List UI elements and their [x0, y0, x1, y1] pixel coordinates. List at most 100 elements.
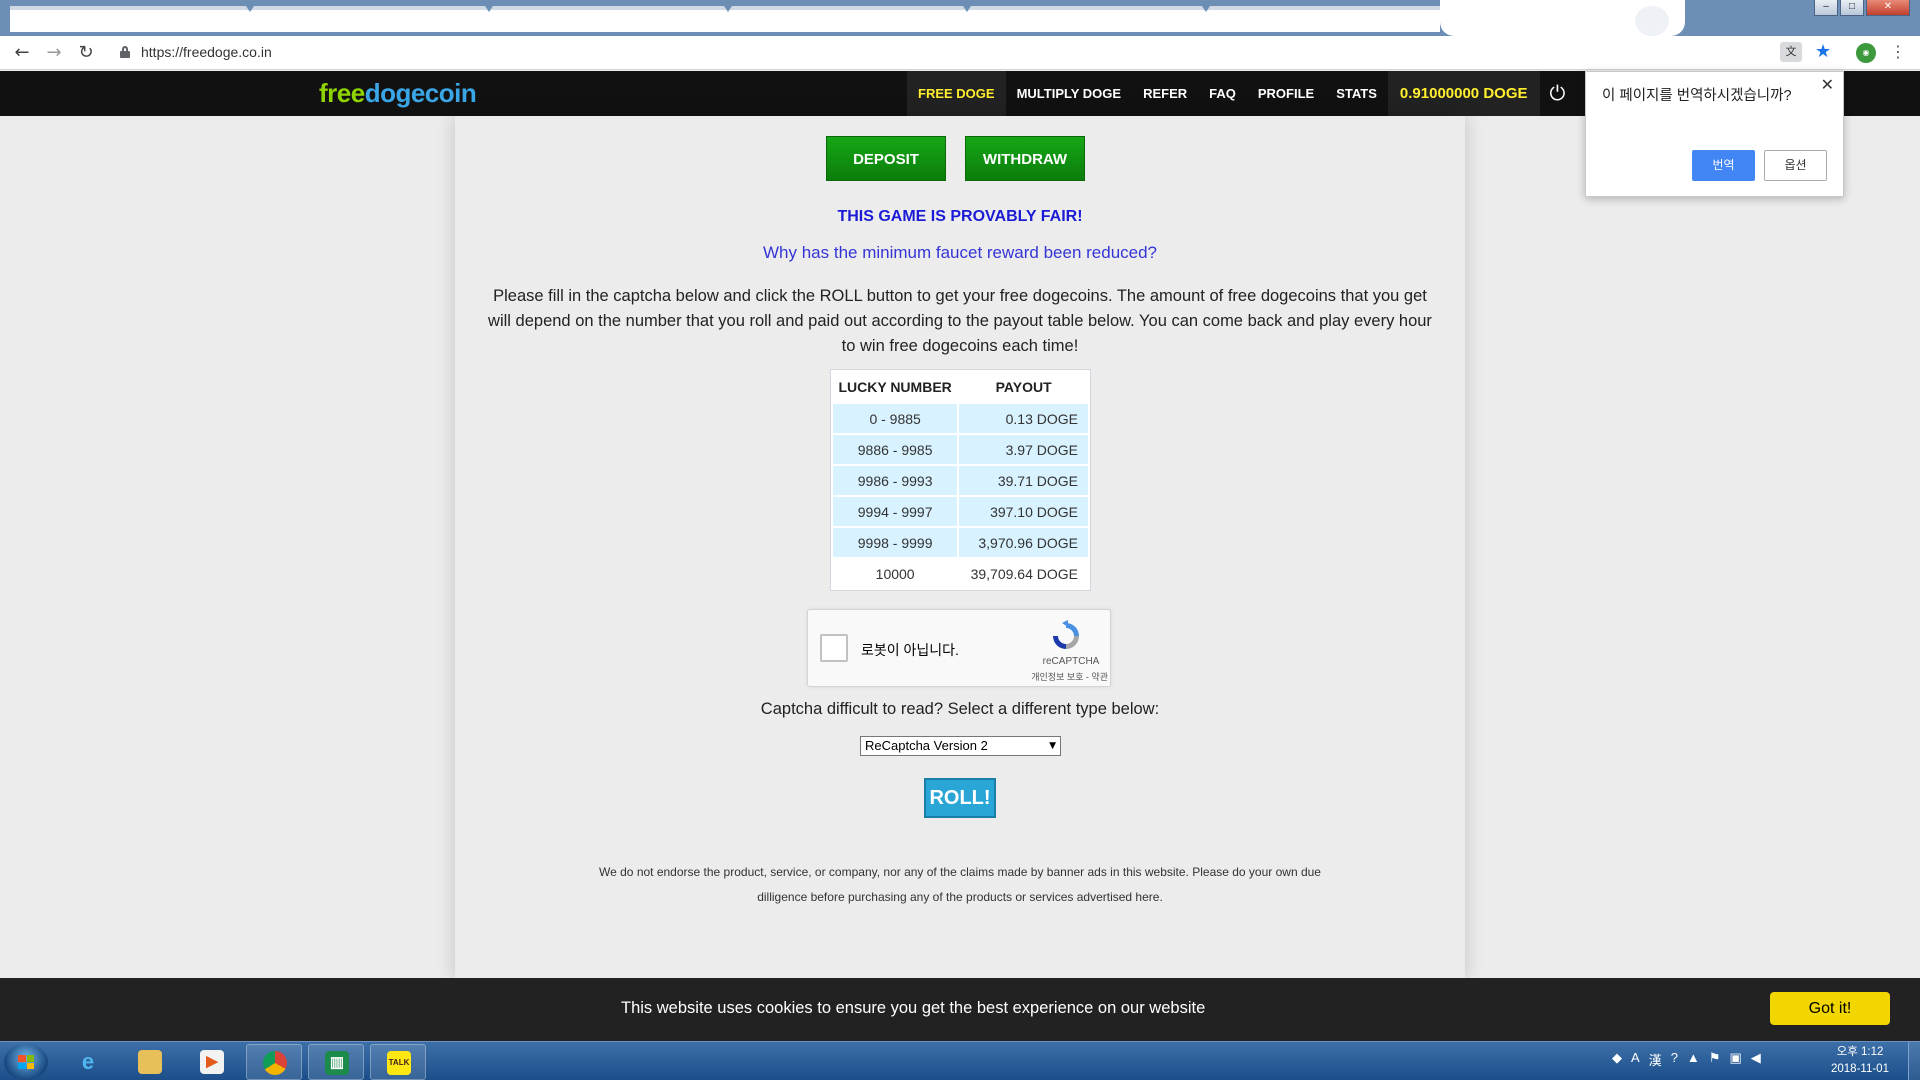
- table-row: 9998 - 9999 3,970.96 DOGE: [833, 528, 1088, 557]
- cookie-consent-bar: This website uses cookies to ensure you …: [0, 978, 1920, 1041]
- window-controls: – □ ✕: [1814, 0, 1910, 16]
- browser-titlebar: – □ ✕: [0, 0, 1920, 36]
- translate-question: 이 페이지를 번역하시겠습니까?: [1602, 88, 1792, 104]
- logout-power-icon[interactable]: ⏻: [1540, 71, 1576, 116]
- captcha-type-prompt: Captcha difficult to read? Select a diff…: [760, 700, 1160, 718]
- captcha-select-value: ReCaptcha Version 2: [865, 738, 988, 753]
- nav-free-doge[interactable]: FREE DOGE: [907, 71, 1006, 116]
- new-tab-button[interactable]: [1635, 6, 1669, 36]
- recaptcha-privacy-terms-link[interactable]: 개인정보 보호 - 약관: [1008, 670, 1108, 683]
- nav-refer[interactable]: REFER: [1132, 71, 1198, 116]
- ime-hanja-icon[interactable]: 漢: [1649, 1050, 1662, 1069]
- taskbar-media-player[interactable]: ▶: [184, 1044, 240, 1080]
- cookie-message: This website uses cookies to ensure you …: [621, 999, 1206, 1017]
- taskbar-internet-explorer[interactable]: e: [60, 1044, 116, 1080]
- translate-icon[interactable]: 文: [1780, 42, 1802, 62]
- clock-date: 2018-11-01: [1831, 1063, 1889, 1075]
- taskbar-file-explorer[interactable]: [122, 1044, 178, 1080]
- deposit-button[interactable]: DEPOSIT: [826, 136, 946, 181]
- provably-fair-link[interactable]: THIS GAME IS PROVABLY FAIR!: [455, 208, 1465, 226]
- minimize-button[interactable]: –: [1814, 0, 1838, 16]
- table-header: LUCKY NUMBER: [833, 372, 958, 402]
- help-icon[interactable]: ?: [1671, 1050, 1678, 1069]
- cookie-accept-button[interactable]: Got it!: [1770, 992, 1890, 1025]
- roll-button[interactable]: ROLL!: [924, 778, 996, 818]
- address-bar[interactable]: https://freedoge.co.in: [141, 44, 272, 60]
- taskbar-chrome[interactable]: [246, 1044, 302, 1080]
- internet-explorer-icon: e: [81, 1049, 95, 1074]
- nav-profile[interactable]: PROFILE: [1247, 71, 1325, 116]
- payout-cell: 397.10 DOGE: [959, 497, 1088, 526]
- volume-icon[interactable]: ◀: [1751, 1050, 1761, 1069]
- payout-table: LUCKY NUMBER PAYOUT 0 - 9885 0.13 DOGE 9…: [830, 369, 1091, 591]
- close-window-button[interactable]: ✕: [1866, 0, 1910, 16]
- tray-expand-icon[interactable]: ▲: [1687, 1050, 1700, 1069]
- payout-cell: 3.97 DOGE: [959, 435, 1088, 464]
- lucky-number-cell: 10000: [833, 559, 958, 588]
- system-clock[interactable]: 오후 1:12 2018-11-01: [1820, 1044, 1900, 1078]
- translate-button[interactable]: 번역: [1692, 150, 1755, 181]
- table-header: PAYOUT: [959, 372, 1088, 402]
- folder-icon: [138, 1050, 162, 1074]
- start-button[interactable]: [4, 1044, 48, 1080]
- recaptcha-label: 로봇이 아닙니다.: [861, 642, 959, 658]
- lucky-number-cell: 9994 - 9997: [833, 497, 958, 526]
- kakaotalk-icon: TALK: [387, 1051, 411, 1075]
- forward-icon[interactable]: →: [42, 41, 66, 65]
- lock-icon[interactable]: [120, 46, 130, 58]
- nav-stats[interactable]: STATS: [1325, 71, 1388, 116]
- spreadsheet-icon: ▥: [325, 1051, 349, 1075]
- disclaimer-text: We do not endorse the product, service, …: [575, 860, 1345, 910]
- recaptcha-logo-icon: [1053, 620, 1079, 649]
- new-tab-area[interactable]: [1440, 0, 1685, 36]
- payout-cell: 39.71 DOGE: [959, 466, 1088, 495]
- back-icon[interactable]: ←: [10, 41, 34, 65]
- browser-toolbar: ← → ↻ https://freedoge.co.in 文 ★ ◉ ⋮: [0, 36, 1920, 70]
- ime-language-icon[interactable]: A: [1631, 1050, 1640, 1069]
- profile-avatar-icon[interactable]: ◉: [1856, 43, 1876, 63]
- payout-cell: 39,709.64 DOGE: [959, 559, 1088, 588]
- system-tray: ◆ A 漢 ? ▲ ⚑ ▣ ◀: [1612, 1050, 1761, 1069]
- lucky-number-cell: 9986 - 9993: [833, 466, 958, 495]
- reduced-reward-link[interactable]: Why has the minimum faucet reward been r…: [455, 243, 1465, 263]
- bookmark-star-icon[interactable]: ★: [1815, 41, 1831, 62]
- table-row: 9986 - 9993 39.71 DOGE: [833, 466, 1088, 495]
- taskbar-spreadsheet-app[interactable]: ▥: [308, 1044, 364, 1080]
- recaptcha-brand: reCAPTCHA: [1042, 656, 1100, 667]
- intro-text: Please fill in the captcha below and cli…: [488, 287, 1432, 355]
- clock-time: 오후 1:12: [1836, 1046, 1884, 1058]
- balance-display: 0.91000000 DOGE: [1387, 71, 1540, 116]
- recaptcha-checkbox[interactable]: [820, 634, 848, 662]
- taskbar-kakaotalk[interactable]: TALK: [370, 1044, 426, 1080]
- media-player-icon: ▶: [200, 1050, 224, 1074]
- site-logo[interactable]: freedogecoin: [319, 78, 477, 109]
- security-shield-icon[interactable]: ◆: [1612, 1050, 1622, 1069]
- tab-strip[interactable]: [10, 6, 1440, 32]
- withdraw-button[interactable]: WITHDRAW: [965, 136, 1085, 181]
- table-row: 0 - 9885 0.13 DOGE: [833, 404, 1088, 433]
- maximize-button[interactable]: □: [1840, 0, 1864, 16]
- network-icon[interactable]: ▣: [1729, 1050, 1741, 1069]
- nav-faq[interactable]: FAQ: [1198, 71, 1247, 116]
- main-panel: DEPOSIT WITHDRAW THIS GAME IS PROVABLY F…: [455, 116, 1465, 978]
- recaptcha-widget: 로봇이 아닙니다. reCAPTCHA 개인정보 보호 - 약관: [807, 609, 1111, 687]
- payout-cell: 0.13 DOGE: [959, 404, 1088, 433]
- nav-multiply-doge[interactable]: MULTIPLY DOGE: [1006, 71, 1133, 116]
- reload-icon[interactable]: ↻: [74, 41, 98, 65]
- lucky-number-cell: 0 - 9885: [833, 404, 958, 433]
- show-desktop-button[interactable]: [1908, 1042, 1920, 1080]
- close-icon[interactable]: ✕: [1821, 75, 1834, 94]
- payout-cell: 3,970.96 DOGE: [959, 528, 1088, 557]
- translate-popup: 이 페이지를 번역하시겠습니까? ✕ 번역 옵션: [1585, 71, 1844, 197]
- dropdown-arrow-icon: ▼: [1049, 741, 1056, 751]
- translate-options-button[interactable]: 옵션: [1764, 150, 1827, 181]
- disclaimer-line: dilligence before purchasing any of the …: [757, 890, 1163, 904]
- lucky-number-cell: 9998 - 9999: [833, 528, 958, 557]
- lucky-number-cell: 9886 - 9985: [833, 435, 958, 464]
- disclaimer-line: We do not endorse the product, service, …: [599, 865, 1321, 879]
- table-row: 10000 39,709.64 DOGE: [833, 559, 1088, 588]
- chrome-menu-icon[interactable]: ⋮: [1890, 42, 1906, 61]
- captcha-type-select[interactable]: ReCaptcha Version 2 ▼: [860, 736, 1061, 756]
- table-row: 9994 - 9997 397.10 DOGE: [833, 497, 1088, 526]
- action-center-flag-icon[interactable]: ⚑: [1709, 1050, 1721, 1069]
